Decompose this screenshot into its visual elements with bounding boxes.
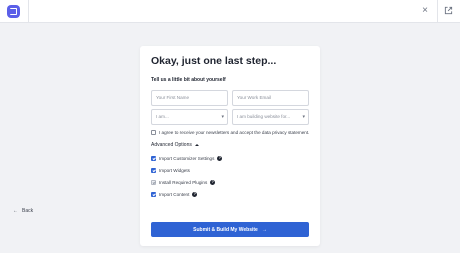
newsletter-consent[interactable]: I agree to receive your newsletters and … <box>151 128 309 136</box>
website-purpose-value: I am building website for... <box>237 114 291 119</box>
back-button[interactable]: ← Back <box>13 208 33 214</box>
arrow-right-icon: → <box>261 226 267 233</box>
role-select[interactable]: I am... ▾ <box>151 109 228 125</box>
help-icon[interactable]: ? <box>210 179 216 185</box>
submit-button-label: Submit & Build My Website <box>193 226 258 233</box>
back-label: Back <box>22 208 34 214</box>
first-name-field[interactable]: Your First Name <box>151 90 228 106</box>
advanced-options-label: Advanced Options <box>151 142 192 148</box>
chevron-up-icon <box>194 144 199 146</box>
divider <box>437 0 438 23</box>
newsletter-label: I agree to receive your newsletters and … <box>159 129 310 135</box>
onboarding-card: Okay, just one last step... Tell us a li… <box>140 46 320 246</box>
option-import-content[interactable]: Import Content ? <box>151 190 198 198</box>
advanced-options-toggle[interactable]: Advanced Options <box>151 142 199 148</box>
chevron-down-icon: ▾ <box>221 114 224 120</box>
import-customizer-checkbox[interactable] <box>151 155 156 161</box>
arrow-left-icon: ← <box>13 208 18 214</box>
import-content-checkbox[interactable] <box>151 191 156 197</box>
email-field[interactable]: Your Work Email <box>232 90 309 106</box>
option-import-customizer[interactable]: Import Customizer Settings ? <box>151 154 223 162</box>
help-icon[interactable]: ? <box>217 155 223 161</box>
import-customizer-label: Import Customizer Settings <box>159 155 215 161</box>
page-title: Okay, just one last step... <box>151 55 277 67</box>
chevron-down-icon: ▾ <box>302 114 305 120</box>
brand-logo-icon <box>7 5 20 18</box>
newsletter-checkbox[interactable] <box>151 129 156 135</box>
option-import-widgets[interactable]: Import Widgets <box>151 166 190 174</box>
close-icon[interactable]: × <box>420 5 430 17</box>
divider <box>28 0 29 23</box>
top-bar: × <box>0 0 460 23</box>
help-icon[interactable]: ? <box>192 191 198 197</box>
install-plugins-label: Install Required Plugins <box>159 179 208 185</box>
option-install-plugins: Install Required Plugins ? <box>151 178 216 186</box>
role-select-value: I am... <box>156 114 169 119</box>
external-link-icon[interactable] <box>444 6 453 15</box>
install-plugins-checkbox <box>151 179 156 185</box>
import-widgets-label: Import Widgets <box>159 167 190 173</box>
import-widgets-checkbox[interactable] <box>151 167 156 173</box>
form-subtitle: Tell us a little bit about yourself <box>151 77 226 83</box>
import-content-label: Import Content <box>159 191 190 197</box>
website-purpose-select[interactable]: I am building website for... ▾ <box>232 109 309 125</box>
submit-build-button[interactable]: Submit & Build My Website → <box>151 222 309 237</box>
